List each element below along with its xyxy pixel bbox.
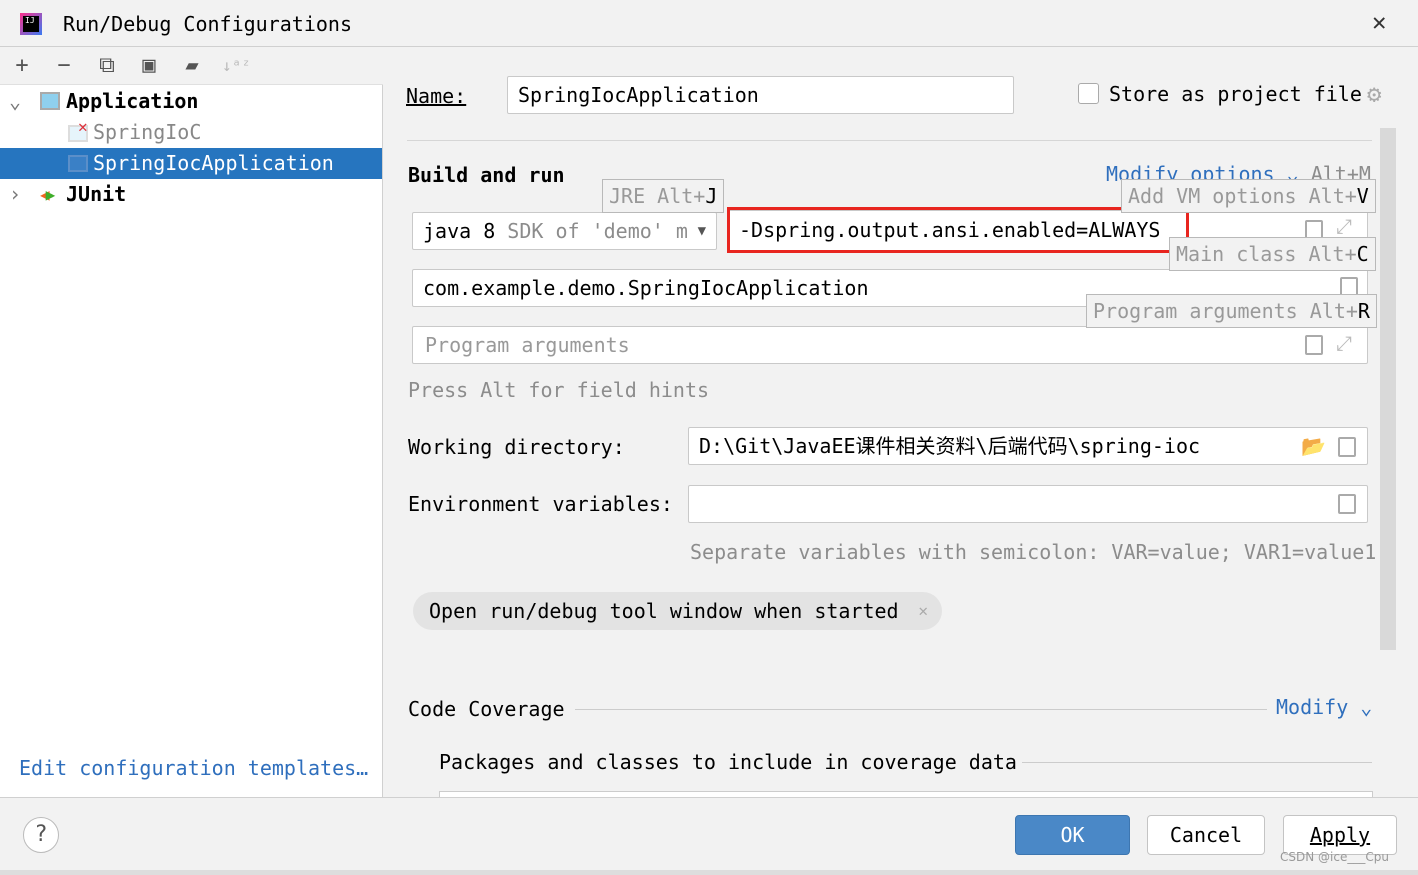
open-tool-window-chip[interactable]: Open run/debug tool window when started … bbox=[413, 592, 942, 630]
tree-toolbar: + − ⧉ ▣ ▰ ↓ᵃᶻ bbox=[0, 47, 383, 85]
expand-icon[interactable]: ⤢ bbox=[1336, 331, 1352, 355]
junit-icon: ◀▶ bbox=[40, 185, 56, 204]
chip-label: Open run/debug tool window when started bbox=[429, 599, 899, 623]
program-args-input[interactable]: Program arguments bbox=[412, 326, 1368, 364]
close-icon[interactable]: ✕ bbox=[1372, 8, 1386, 36]
workdir-input[interactable]: D:\Git\JavaEE课件相关资料\后端代码\spring-ioc bbox=[688, 427, 1368, 465]
coverage-separator bbox=[575, 709, 1267, 710]
window-title: Run/Debug Configurations bbox=[63, 12, 352, 36]
expand-text-icon[interactable] bbox=[1305, 335, 1323, 355]
coverage-modify-link[interactable]: Modify ⌄ bbox=[1276, 695, 1372, 719]
separator bbox=[407, 140, 1372, 141]
window-bottom-edge bbox=[0, 870, 1418, 875]
name-label: Name: bbox=[406, 84, 467, 108]
tree-label: JUnit bbox=[66, 182, 127, 206]
apply-button[interactable]: Apply bbox=[1283, 815, 1397, 855]
hint-main: Main class Alt+C bbox=[1169, 237, 1376, 271]
cancel-button[interactable]: Cancel bbox=[1147, 815, 1265, 855]
hint-vm: Add VM options Alt+V bbox=[1121, 179, 1376, 213]
scrollbar[interactable] bbox=[1380, 128, 1396, 650]
application-icon bbox=[68, 155, 88, 172]
chevron-right-icon[interactable]: › bbox=[9, 179, 21, 210]
dropdown-arrow-icon: ▼ bbox=[697, 223, 706, 239]
add-icon[interactable]: + bbox=[10, 54, 34, 78]
jre-value: java 8 bbox=[423, 219, 496, 243]
folder-icon[interactable]: 📂 bbox=[1301, 434, 1326, 458]
packages-label: Packages and classes to include in cover… bbox=[439, 750, 1017, 774]
store-label[interactable]: Store as project file bbox=[1109, 82, 1362, 106]
new-folder-icon[interactable]: ▰ bbox=[180, 54, 204, 78]
workdir-label: Working directory: bbox=[408, 435, 625, 459]
tree-item-application[interactable]: ⌄ Application bbox=[0, 86, 382, 117]
macro-icon[interactable] bbox=[1338, 437, 1356, 457]
remove-icon[interactable]: − bbox=[52, 54, 76, 78]
expand-icon[interactable]: ⤢ bbox=[1336, 214, 1352, 238]
tree-item-springioc[interactable]: ✕ SpringIoC bbox=[0, 117, 382, 148]
tree-label: SpringIocApplication bbox=[93, 151, 334, 175]
env-label: Environment variables: bbox=[408, 492, 673, 516]
build-run-heading: Build and run bbox=[408, 163, 565, 187]
ok-button[interactable]: OK bbox=[1015, 815, 1130, 855]
press-alt-hint: Press Alt for field hints bbox=[408, 378, 710, 402]
vm-highlight-box bbox=[727, 207, 1189, 253]
hint-jre: JRE Alt+J bbox=[602, 179, 725, 213]
app-logo-icon: IJ bbox=[20, 13, 42, 35]
tree-item-junit[interactable]: › ◀▶ JUnit bbox=[0, 179, 382, 210]
save-icon[interactable]: ▣ bbox=[137, 54, 161, 78]
jre-hint: SDK of 'demo' m bbox=[507, 219, 688, 243]
edit-env-icon[interactable] bbox=[1338, 494, 1356, 514]
application-icon bbox=[40, 92, 60, 110]
help-button[interactable]: ? bbox=[23, 817, 59, 853]
sort-az-icon[interactable]: ↓ᵃᶻ bbox=[222, 54, 251, 78]
error-x-icon: ✕ bbox=[78, 117, 88, 136]
hint-args: Program arguments Alt+R bbox=[1086, 294, 1377, 328]
packages-separator bbox=[1022, 762, 1372, 763]
coverage-heading: Code Coverage bbox=[408, 697, 565, 721]
store-checkbox[interactable] bbox=[1078, 83, 1099, 104]
env-hint: Separate variables with semicolon: VAR=v… bbox=[690, 540, 1377, 564]
tree-item-springiocapplication[interactable]: SpringIocApplication bbox=[0, 148, 382, 179]
name-input[interactable]: SpringIocApplication bbox=[507, 76, 1014, 114]
watermark: CSDN @ice___Cpu bbox=[1280, 850, 1389, 864]
title-bar: IJ Run/Debug Configurations ✕ bbox=[0, 0, 1418, 47]
tree-label: SpringIoC bbox=[93, 120, 202, 144]
copy-icon[interactable]: ⧉ bbox=[95, 54, 119, 78]
gear-icon[interactable]: ⚙ bbox=[1367, 80, 1381, 108]
chip-close-icon[interactable]: ✕ bbox=[918, 592, 928, 630]
edit-templates-link[interactable]: Edit configuration templates… bbox=[19, 756, 368, 780]
jre-select[interactable]: java 8 SDK of 'demo' m ▼ bbox=[412, 212, 717, 250]
chevron-down-icon[interactable]: ⌄ bbox=[9, 86, 21, 117]
env-input[interactable] bbox=[688, 485, 1368, 523]
